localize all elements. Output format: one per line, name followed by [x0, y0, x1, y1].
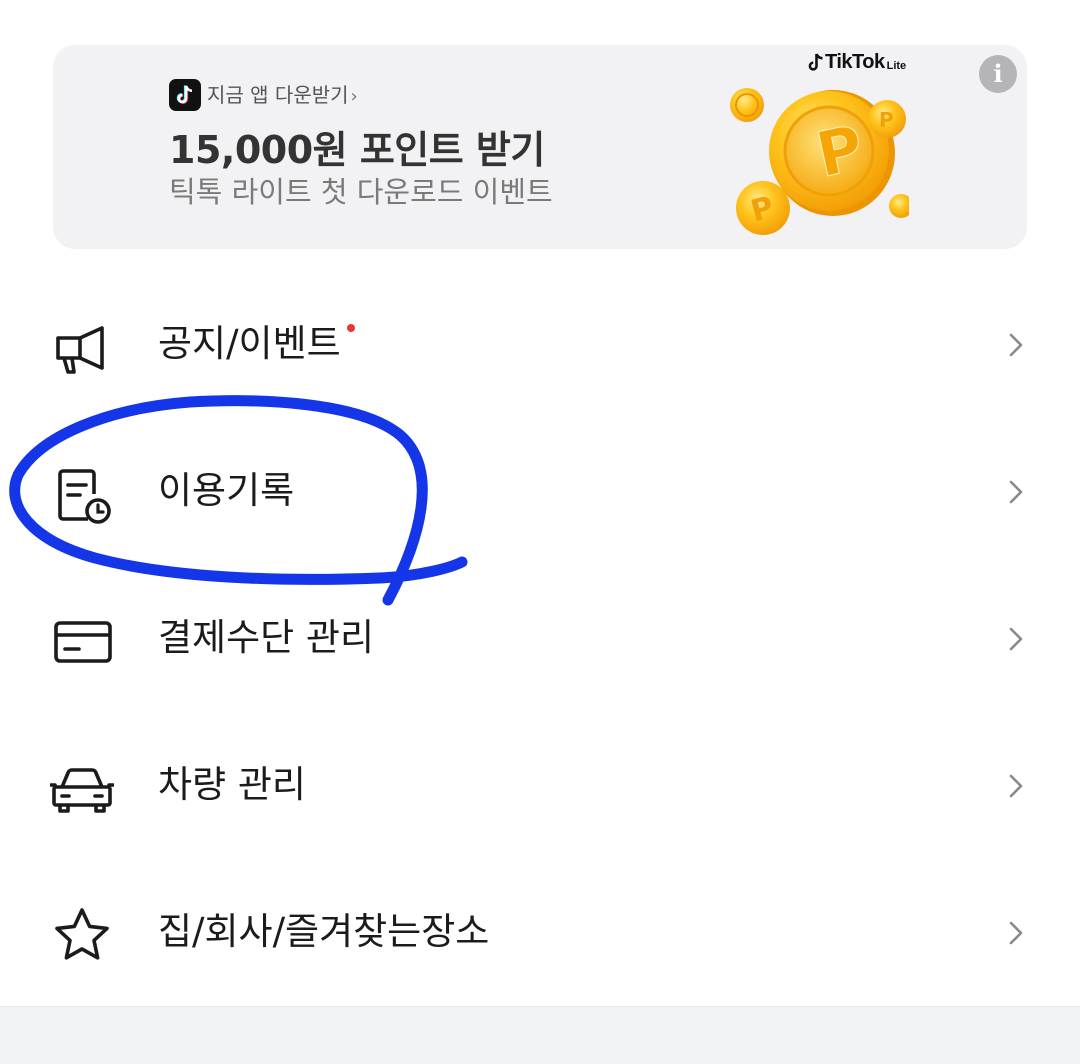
menu-item-label: 이용기록 — [158, 469, 295, 512]
menu-item-label-text: 공지/이벤트 — [158, 322, 341, 365]
new-badge-dot — [346, 324, 355, 332]
ad-info-button[interactable]: i — [979, 55, 1017, 93]
tiktok-app-icon — [169, 79, 201, 111]
bottom-divider-area — [0, 1006, 1080, 1064]
menu-item-vehicle-management[interactable]: 차량 관리 — [0, 713, 1080, 860]
menu-card: 지금 앱 다운받기 › 15,000원 포인트 받기 틱톡 라이트 첫 다운로드 … — [0, 0, 1080, 1006]
gold-coins-illustration: P P P — [730, 88, 909, 235]
chevron-right-small-icon: › — [350, 86, 358, 107]
menu-item-notice-event[interactable]: 공지/이벤트 — [0, 272, 1080, 419]
chevron-right-icon — [1009, 627, 1023, 651]
download-cta-label: 지금 앱 다운받기 — [207, 83, 349, 107]
menu-item-payment-methods[interactable]: 결제수단 관리 — [0, 566, 1080, 713]
banner-subtitle: 틱톡 라이트 첫 다운로드 이벤트 — [169, 175, 553, 209]
menu-item-label: 공지/이벤트 — [158, 318, 355, 370]
page: 지금 앱 다운받기 › 15,000원 포인트 받기 틱톡 라이트 첫 다운로드 … — [0, 0, 1080, 1064]
coin-letter-small: P — [879, 108, 894, 132]
menu-item-label: 차량 관리 — [158, 763, 306, 806]
brand-suffix: Lite — [886, 59, 907, 72]
chevron-right-icon — [1009, 774, 1023, 798]
brand-name: TikTok — [825, 51, 885, 73]
menu-item-usage-history[interactable]: 이용기록 — [0, 419, 1080, 566]
car-icon — [50, 768, 114, 813]
menu-item-label: 집/회사/즐겨찾는장소 — [158, 910, 490, 953]
tiktok-note-icon — [808, 52, 823, 71]
menu-item-favorite-places[interactable]: 집/회사/즐겨찾는장소 — [0, 860, 1080, 1007]
tiktok-lite-logo: TikTok Lite — [807, 51, 906, 74]
credit-card-icon — [54, 621, 112, 663]
menu-item-label: 결제수단 관리 — [158, 616, 375, 659]
banner-headline: 15,000원 포인트 받기 — [169, 128, 545, 172]
chevron-right-icon — [1009, 480, 1023, 504]
download-cta[interactable]: 지금 앱 다운받기 › — [207, 79, 358, 111]
tiktok-lite-ad-banner[interactable]: 지금 앱 다운받기 › 15,000원 포인트 받기 틱톡 라이트 첫 다운로드 … — [53, 45, 1027, 249]
megaphone-icon — [56, 326, 104, 374]
chevron-right-icon — [1009, 333, 1023, 357]
history-document-icon — [58, 469, 111, 524]
star-icon — [55, 908, 109, 960]
chevron-right-icon — [1009, 921, 1023, 945]
